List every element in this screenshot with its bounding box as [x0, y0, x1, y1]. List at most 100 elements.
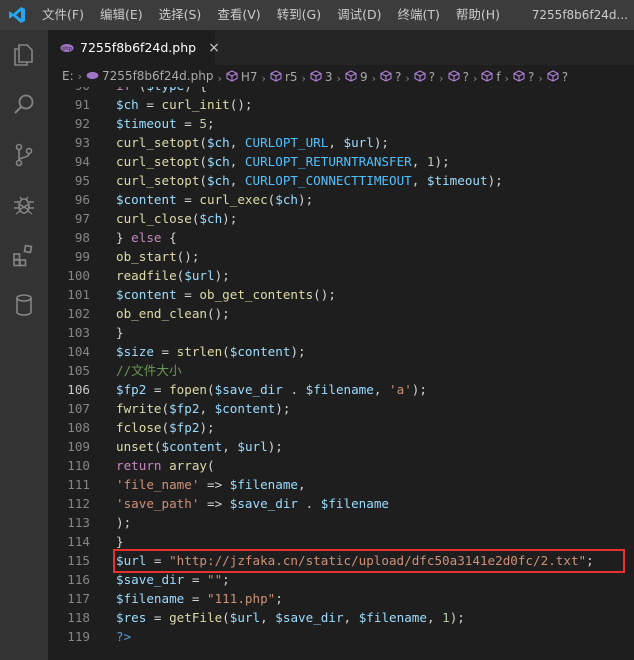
extensions-icon[interactable] [0, 230, 48, 280]
cube-icon [481, 69, 493, 85]
code-token: else [131, 230, 162, 245]
menu-item-2[interactable]: 选择(S) [151, 0, 210, 30]
code-token: => [199, 477, 230, 492]
menu-item-1[interactable]: 编辑(E) [92, 0, 151, 30]
menu-item-3[interactable]: 查看(V) [209, 0, 268, 30]
line-number: 91 [74, 97, 90, 112]
code-text: ob_end_clean(); [116, 304, 230, 323]
code-text: fclose($fp2); [116, 418, 215, 437]
code-line: 90 if ($type) { [48, 87, 634, 95]
breadcrumb-symbol[interactable]: ? [513, 69, 534, 85]
code-token: ); [116, 515, 132, 530]
line-number: 110 [67, 458, 90, 473]
breadcrumb-symbol[interactable]: ? [380, 69, 401, 85]
line-number: 113 [67, 515, 90, 530]
line-number: 106 [67, 382, 90, 397]
code-editor[interactable]: 90if ($type) {91$ch = curl_init();92$tim… [48, 87, 634, 660]
breadcrumb-symbol[interactable]: 3 [310, 69, 333, 85]
code-token: = [138, 97, 162, 112]
menu-item-0[interactable]: 文件(F) [34, 0, 92, 30]
code-text: } [116, 323, 124, 342]
code-text: //文件大小 [116, 361, 182, 380]
code-text: if ($type) { [116, 87, 207, 95]
code-token: $ch [207, 173, 230, 188]
code-token: $type [146, 87, 184, 93]
code-token: $filename [229, 477, 298, 492]
code-token: , [222, 439, 238, 454]
code-token: ( [153, 439, 162, 454]
code-token: ( [207, 458, 215, 473]
menu-item-4[interactable]: 转到(G) [269, 0, 329, 30]
code-line: 92 $timeout = 5; [48, 114, 634, 133]
code-token: 'a' [389, 382, 412, 397]
breadcrumb-symbol[interactable]: ? [414, 69, 436, 85]
code-token: , [229, 173, 245, 188]
code-token: CURLOPT_URL [244, 135, 329, 150]
breadcrumb-symbol[interactable]: f [481, 69, 501, 85]
breadcrumb-symbol[interactable]: 9 [345, 69, 368, 85]
code-token: ); [449, 610, 465, 625]
code-token: $ch [275, 192, 299, 207]
close-icon[interactable]: × [208, 40, 220, 56]
code-token: (); [313, 287, 336, 302]
explorer-icon[interactable] [0, 30, 48, 80]
code-line: 112 'save_path' => $save_dir . $filename [48, 494, 634, 513]
code-line: 104 $size = strlen($content); [48, 342, 634, 361]
line-number: 105 [67, 363, 90, 378]
code-token: ?> [116, 629, 132, 644]
php-file-icon: php [60, 38, 74, 57]
code-token: ob_start [116, 249, 177, 264]
cube-icon [448, 69, 460, 85]
code-token: ob_end_clean [116, 306, 207, 321]
code-line: 93 curl_setopt($ch, CURLOPT_URL, $url); [48, 133, 634, 152]
breadcrumb-symbol[interactable]: r5 [270, 69, 298, 85]
code-line: 94 curl_setopt($ch, CURLOPT_RETURNTRANSFE… [48, 152, 634, 171]
line-number: 117 [67, 591, 90, 606]
breadcrumb-symbol-label: f [496, 70, 501, 84]
code-token: , [411, 173, 427, 188]
code-token: ( [222, 610, 230, 625]
search-icon[interactable] [0, 80, 48, 130]
code-token: (); [207, 306, 230, 321]
breadcrumb-symbol[interactable]: H7 [226, 69, 258, 85]
menu-item-6[interactable]: 终端(T) [389, 0, 447, 30]
code-token: } [116, 534, 124, 549]
breadcrumb-symbol[interactable]: ? [448, 69, 469, 85]
tab-php-file[interactable]: php 7255f8b6f24d.php × [48, 30, 220, 65]
activity-bar [0, 30, 48, 660]
line-number: 112 [67, 496, 90, 511]
debug-icon[interactable] [0, 180, 48, 230]
code-token: "111.php" [207, 591, 276, 606]
breadcrumb-symbol[interactable]: ? [547, 69, 568, 85]
breadcrumb-file[interactable]: 7255f8b6f24d.php [86, 69, 213, 83]
code-token: ); [214, 268, 230, 283]
code-text: ob_start(); [116, 247, 199, 266]
breadcrumb-symbol-label: ? [428, 70, 436, 84]
code-token: $url [116, 553, 147, 568]
code-token: = [153, 344, 177, 359]
code-token: } [116, 230, 132, 245]
code-line: 113); [48, 513, 634, 532]
menu-item-5[interactable]: 调试(D) [329, 0, 389, 30]
source-control-icon[interactable] [0, 130, 48, 180]
line-number: 104 [67, 344, 90, 359]
database-icon[interactable] [0, 280, 48, 330]
code-token: $filename [320, 496, 389, 511]
code-line: 117 $filename = "111.php"; [48, 589, 634, 608]
code-line: 105 //文件大小 [48, 361, 634, 380]
menu-item-7[interactable]: 帮助(H) [448, 0, 508, 30]
code-token: readfile [116, 268, 177, 283]
code-token: ob_get_contents [199, 287, 314, 302]
code-token: strlen [176, 344, 223, 359]
breadcrumb-drive[interactable]: E: [62, 69, 74, 83]
cube-icon [513, 69, 525, 85]
code-token: CURLOPT_RETURNTRANSFER [244, 154, 412, 169]
breadcrumb-separator: › [371, 71, 377, 85]
code-token: return [116, 458, 162, 473]
code-token: ); [267, 439, 283, 454]
code-token: => [199, 496, 230, 511]
code-token: $content [161, 439, 223, 454]
code-token: $ch [116, 97, 139, 112]
code-token: $url [343, 135, 374, 150]
